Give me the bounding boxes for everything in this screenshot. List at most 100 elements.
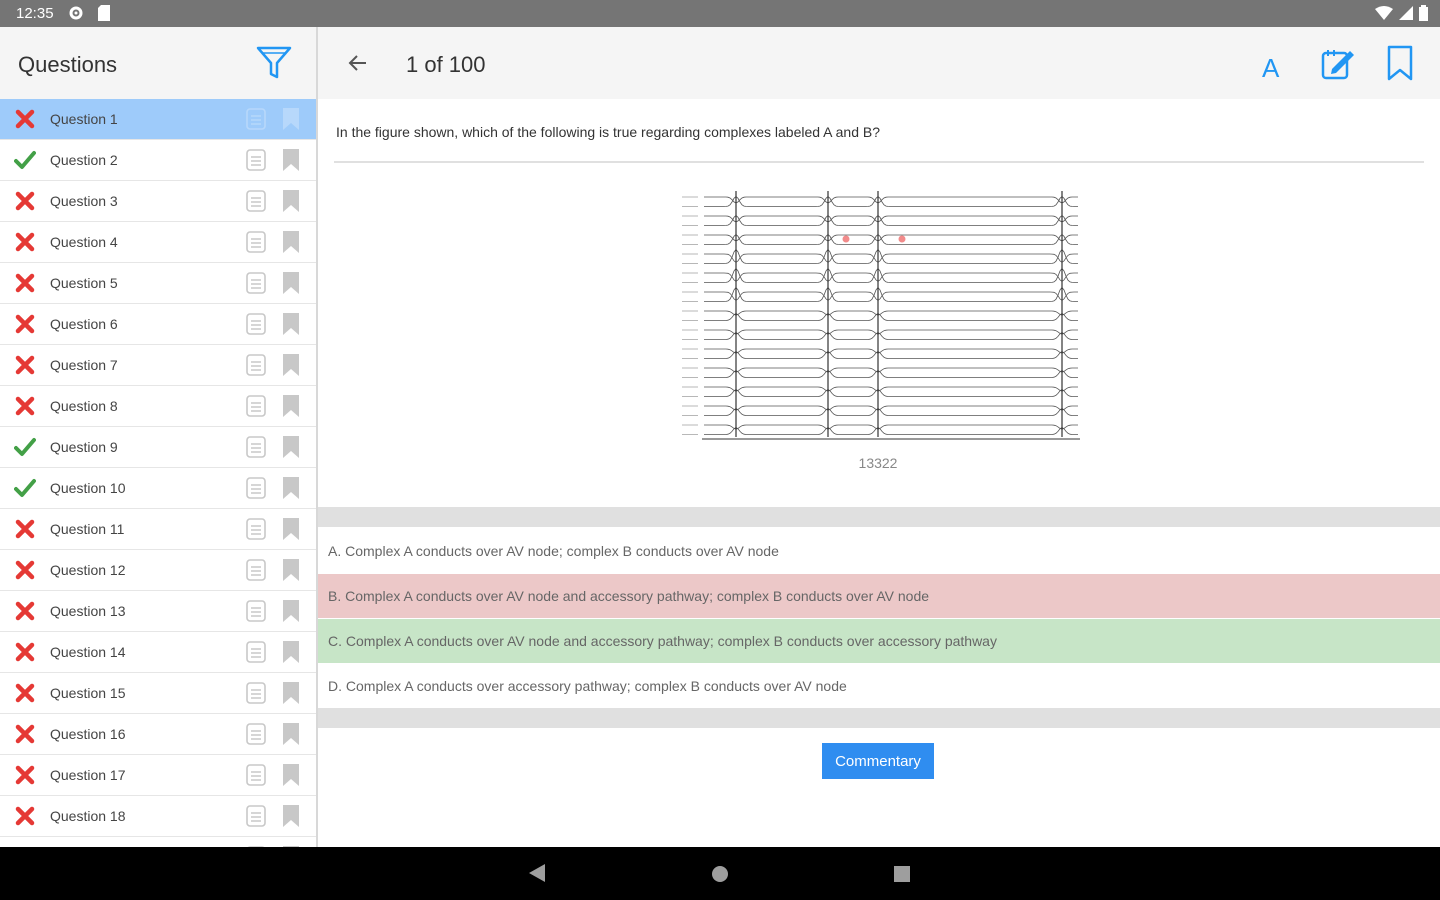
question-counter: 1 of 100 (406, 52, 486, 77)
figure-caption: 13322 (858, 455, 898, 471)
incorrect-x-icon (14, 232, 36, 252)
answer-option-c[interactable]: C. Complex A conducts over AV node and a… (318, 619, 1440, 663)
question-toolbar: 1 of 100 A (318, 27, 1440, 99)
bookmark-icon[interactable] (281, 148, 301, 177)
question-label: Question 8 (50, 398, 118, 414)
bookmark-icon[interactable] (281, 640, 301, 669)
ecg-lead-trace (704, 195, 1078, 207)
question-label: Question 6 (50, 316, 118, 332)
bookmark-icon[interactable] (281, 394, 301, 423)
question-label: Question 5 (50, 275, 118, 291)
note-icon[interactable] (246, 559, 266, 586)
bookmark-icon[interactable] (281, 107, 301, 136)
question-list-item[interactable]: Question 17 (0, 755, 316, 796)
nav-back-icon[interactable] (528, 863, 546, 888)
question-list-item[interactable]: Question 18 (0, 796, 316, 837)
question-list-item[interactable]: Question 1 (0, 99, 316, 140)
bookmark-icon[interactable] (281, 476, 301, 505)
note-icon[interactable] (246, 600, 266, 627)
ecg-lead-trace (704, 248, 1078, 264)
ecg-lead-trace (704, 286, 1078, 302)
question-list-item[interactable]: Question 8 (0, 386, 316, 427)
answer-option-b[interactable]: B. Complex A conducts over AV node and a… (318, 574, 1440, 618)
note-icon[interactable] (246, 149, 266, 176)
question-list-item[interactable]: Question 7 (0, 345, 316, 386)
ecg-lead-trace (704, 272, 1078, 282)
questions-sidebar: Questions Question 1 Question 2 Question 3… (0, 27, 318, 847)
bookmark-icon[interactable] (281, 271, 301, 300)
note-icon[interactable] (246, 641, 266, 668)
question-list-item[interactable]: Question 5 (0, 263, 316, 304)
note-icon[interactable] (246, 108, 266, 135)
question-list-item[interactable]: Question 10 (0, 468, 316, 509)
note-icon[interactable] (246, 436, 266, 463)
note-icon[interactable] (246, 190, 266, 217)
question-label: Question 16 (50, 726, 126, 742)
bookmark-icon[interactable] (281, 722, 301, 751)
note-icon[interactable] (246, 682, 266, 709)
ecg-lead-trace (704, 386, 1078, 392)
note-icon[interactable] (246, 354, 266, 381)
incorrect-x-icon (14, 519, 36, 539)
answer-option-a[interactable]: A. Complex A conducts over AV node; comp… (318, 529, 1440, 573)
status-time: 12:35 (16, 5, 54, 22)
question-list-item[interactable]: Question 16 (0, 714, 316, 755)
note-icon[interactable] (246, 272, 266, 299)
bookmark-icon[interactable] (281, 312, 301, 341)
question-label: Question 18 (50, 808, 126, 824)
back-arrow-icon[interactable] (346, 51, 370, 80)
question-list-item[interactable]: Question 9 (0, 427, 316, 468)
question-list-item[interactable]: Question 12 (0, 550, 316, 591)
note-icon[interactable] (246, 313, 266, 340)
ecg-lead-trace (704, 351, 1078, 359)
incorrect-x-icon (14, 642, 36, 662)
incorrect-x-icon (14, 191, 36, 211)
nav-recents-icon[interactable] (893, 865, 911, 888)
nav-home-icon[interactable] (710, 864, 730, 889)
commentary-button[interactable]: Commentary (822, 743, 934, 779)
bookmark-icon[interactable] (281, 517, 301, 546)
note-icon[interactable] (246, 518, 266, 545)
bookmark-icon[interactable] (281, 353, 301, 382)
note-icon[interactable] (246, 805, 266, 832)
question-list-item[interactable]: Question 6 (0, 304, 316, 345)
answer-option-text: C. Complex A conducts over AV node and a… (328, 633, 997, 649)
bookmark-icon[interactable] (281, 804, 301, 833)
ecg-lead-trace (704, 424, 1078, 430)
question-list-item[interactable]: Question 3 (0, 181, 316, 222)
bookmark-icon[interactable] (281, 599, 301, 628)
filter-icon[interactable] (255, 44, 293, 87)
question-list-item[interactable]: Question 14 (0, 632, 316, 673)
question-label: Question 4 (50, 234, 118, 250)
question-list-item[interactable]: Question 2 (0, 140, 316, 181)
bookmark-icon[interactable] (281, 435, 301, 464)
options-divider-top (318, 507, 1440, 527)
bookmark-icon[interactable] (1386, 45, 1414, 86)
question-detail: 1 of 100 A In the figure shown, which of… (318, 27, 1440, 847)
edit-note-icon[interactable] (1320, 47, 1356, 86)
answer-option-text: A. Complex A conducts over AV node; comp… (328, 543, 779, 559)
question-list-item[interactable]: Question 13 (0, 591, 316, 632)
question-label: Question 10 (50, 480, 126, 496)
ecg-lead-trace (704, 389, 1078, 397)
answer-option-d[interactable]: D. Complex A conducts over accessory pat… (318, 664, 1440, 708)
incorrect-x-icon (14, 560, 36, 580)
bookmark-icon[interactable] (281, 681, 301, 710)
note-icon[interactable] (246, 231, 266, 258)
bookmark-icon[interactable] (281, 763, 301, 792)
note-icon[interactable] (246, 764, 266, 791)
status-bar: 12:35 (0, 0, 1440, 27)
bookmark-icon[interactable] (281, 558, 301, 587)
question-list-item[interactable]: Question 15 (0, 673, 316, 714)
note-icon[interactable] (246, 395, 266, 422)
font-size-button[interactable]: A (1262, 53, 1279, 84)
bookmark-icon[interactable] (281, 189, 301, 218)
question-list-item[interactable]: Question 4 (0, 222, 316, 263)
sd-card-icon (98, 5, 110, 26)
note-icon[interactable] (246, 723, 266, 750)
question-list-item[interactable]: Question 11 (0, 509, 316, 550)
question-list-item[interactable]: Question 19 (0, 837, 316, 847)
bookmark-icon[interactable] (281, 230, 301, 259)
note-icon[interactable] (246, 477, 266, 504)
sidebar-title: Questions (18, 52, 118, 77)
